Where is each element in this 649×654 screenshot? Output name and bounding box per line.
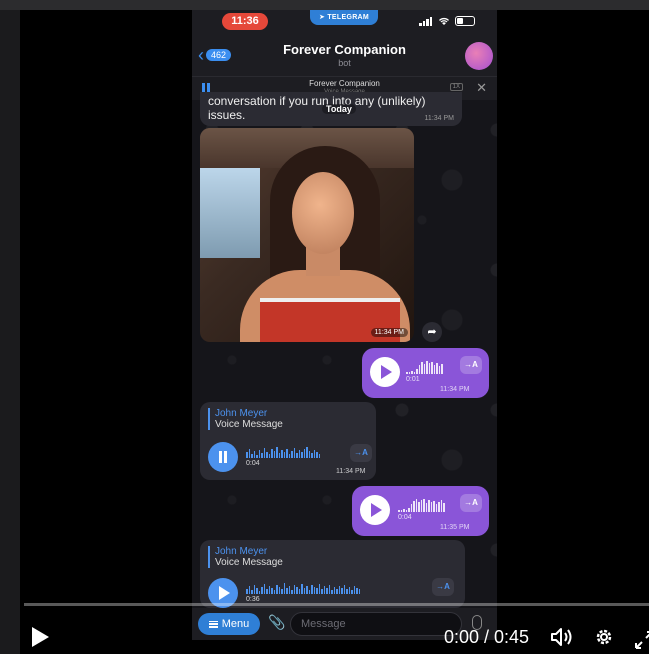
voice-message-in-1[interactable]: John Meyer Voice Message 0:04 →A 11:34 P… xyxy=(200,402,376,480)
wifi-icon xyxy=(439,17,449,25)
transcribe-button[interactable]: →A xyxy=(460,494,482,512)
previous-message-text: conversation if you run into any (unlike… xyxy=(208,94,426,122)
chat-header: ‹ 462 Forever Companion bot xyxy=(192,36,497,76)
transcribe-button[interactable]: →A xyxy=(432,578,454,596)
play-icon[interactable] xyxy=(370,357,400,387)
date-separator: Today xyxy=(322,104,356,114)
message-time: 11:34 PM xyxy=(424,115,454,122)
waveform[interactable] xyxy=(398,498,445,512)
voice-duration: 0:04 xyxy=(246,460,260,467)
voice-duration: 0:36 xyxy=(246,596,260,603)
photo-face xyxy=(292,172,354,254)
message-time: 11:34 PM xyxy=(440,386,470,393)
attach-icon[interactable]: 📎 xyxy=(268,614,285,631)
phone-screen: 11:36 ➤ TELEGRAM ‹ 462 Forever Companion… xyxy=(192,10,497,640)
chat-subtitle: bot xyxy=(338,58,351,68)
play-icon[interactable] xyxy=(360,495,390,525)
chat-title[interactable]: Forever Companion xyxy=(192,42,497,57)
telegram-pill[interactable]: ➤ TELEGRAM xyxy=(310,10,378,25)
reply-quote[interactable]: John Meyer Voice Message xyxy=(208,408,283,430)
status-time: 11:36 xyxy=(222,13,268,30)
volume-icon[interactable] xyxy=(550,627,574,647)
pause-icon[interactable] xyxy=(208,442,238,472)
transcribe-button[interactable]: →A xyxy=(460,356,482,374)
close-icon[interactable]: ✕ xyxy=(476,80,487,96)
battery-icon xyxy=(455,16,475,26)
waveform[interactable] xyxy=(246,580,360,594)
voice-message-out-1[interactable]: 0:01 →A 11:34 PM xyxy=(362,348,489,398)
player-top-bar xyxy=(0,0,649,10)
reply-author: John Meyer xyxy=(215,546,268,557)
playback-speed-button[interactable]: 1X xyxy=(449,83,463,91)
reply-subtitle: Voice Message xyxy=(215,419,283,430)
transcribe-button[interactable]: →A xyxy=(350,444,372,462)
bot-menu-button[interactable]: Menu xyxy=(198,613,260,635)
voice-message-out-2[interactable]: 0:04 →A 11:35 PM xyxy=(352,486,489,536)
reply-author: John Meyer xyxy=(215,408,268,419)
photo-message[interactable]: 11:34 PM xyxy=(200,128,414,342)
message-time: 11:34 PM xyxy=(336,468,366,475)
video-progress-bar[interactable] xyxy=(24,603,649,606)
video-player[interactable]: 11:36 ➤ TELEGRAM ‹ 462 Forever Companion… xyxy=(0,0,649,654)
voice-message-in-2[interactable]: John Meyer Voice Message 0:36 →A xyxy=(200,540,465,608)
reply-quote[interactable]: John Meyer Voice Message xyxy=(208,546,283,568)
voice-duration: 0:04 xyxy=(398,514,412,521)
menu-label: Menu xyxy=(221,618,250,630)
bot-avatar[interactable] xyxy=(465,42,493,70)
waveform[interactable] xyxy=(406,360,443,374)
voice-duration: 0:01 xyxy=(406,376,420,383)
photo-car-window xyxy=(200,168,260,258)
fullscreen-icon[interactable] xyxy=(634,630,649,650)
status-bar: 11:36 ➤ TELEGRAM xyxy=(192,10,497,36)
status-icons xyxy=(419,16,475,26)
play-icon[interactable] xyxy=(32,627,50,647)
signal-icon xyxy=(419,16,433,26)
photo-time: 11:34 PM xyxy=(370,328,408,337)
waveform[interactable] xyxy=(246,444,320,458)
player-left-strip xyxy=(0,10,20,654)
reply-subtitle: Voice Message xyxy=(215,557,283,568)
message-input[interactable] xyxy=(290,612,462,636)
telegram-label: TELEGRAM xyxy=(327,14,370,21)
menu-icon xyxy=(208,620,218,628)
message-time: 11:35 PM xyxy=(440,524,470,531)
gear-icon[interactable] xyxy=(594,627,614,647)
share-icon[interactable]: ➦ xyxy=(422,322,442,342)
video-timecode: 0:00 / 0:45 xyxy=(444,627,530,647)
